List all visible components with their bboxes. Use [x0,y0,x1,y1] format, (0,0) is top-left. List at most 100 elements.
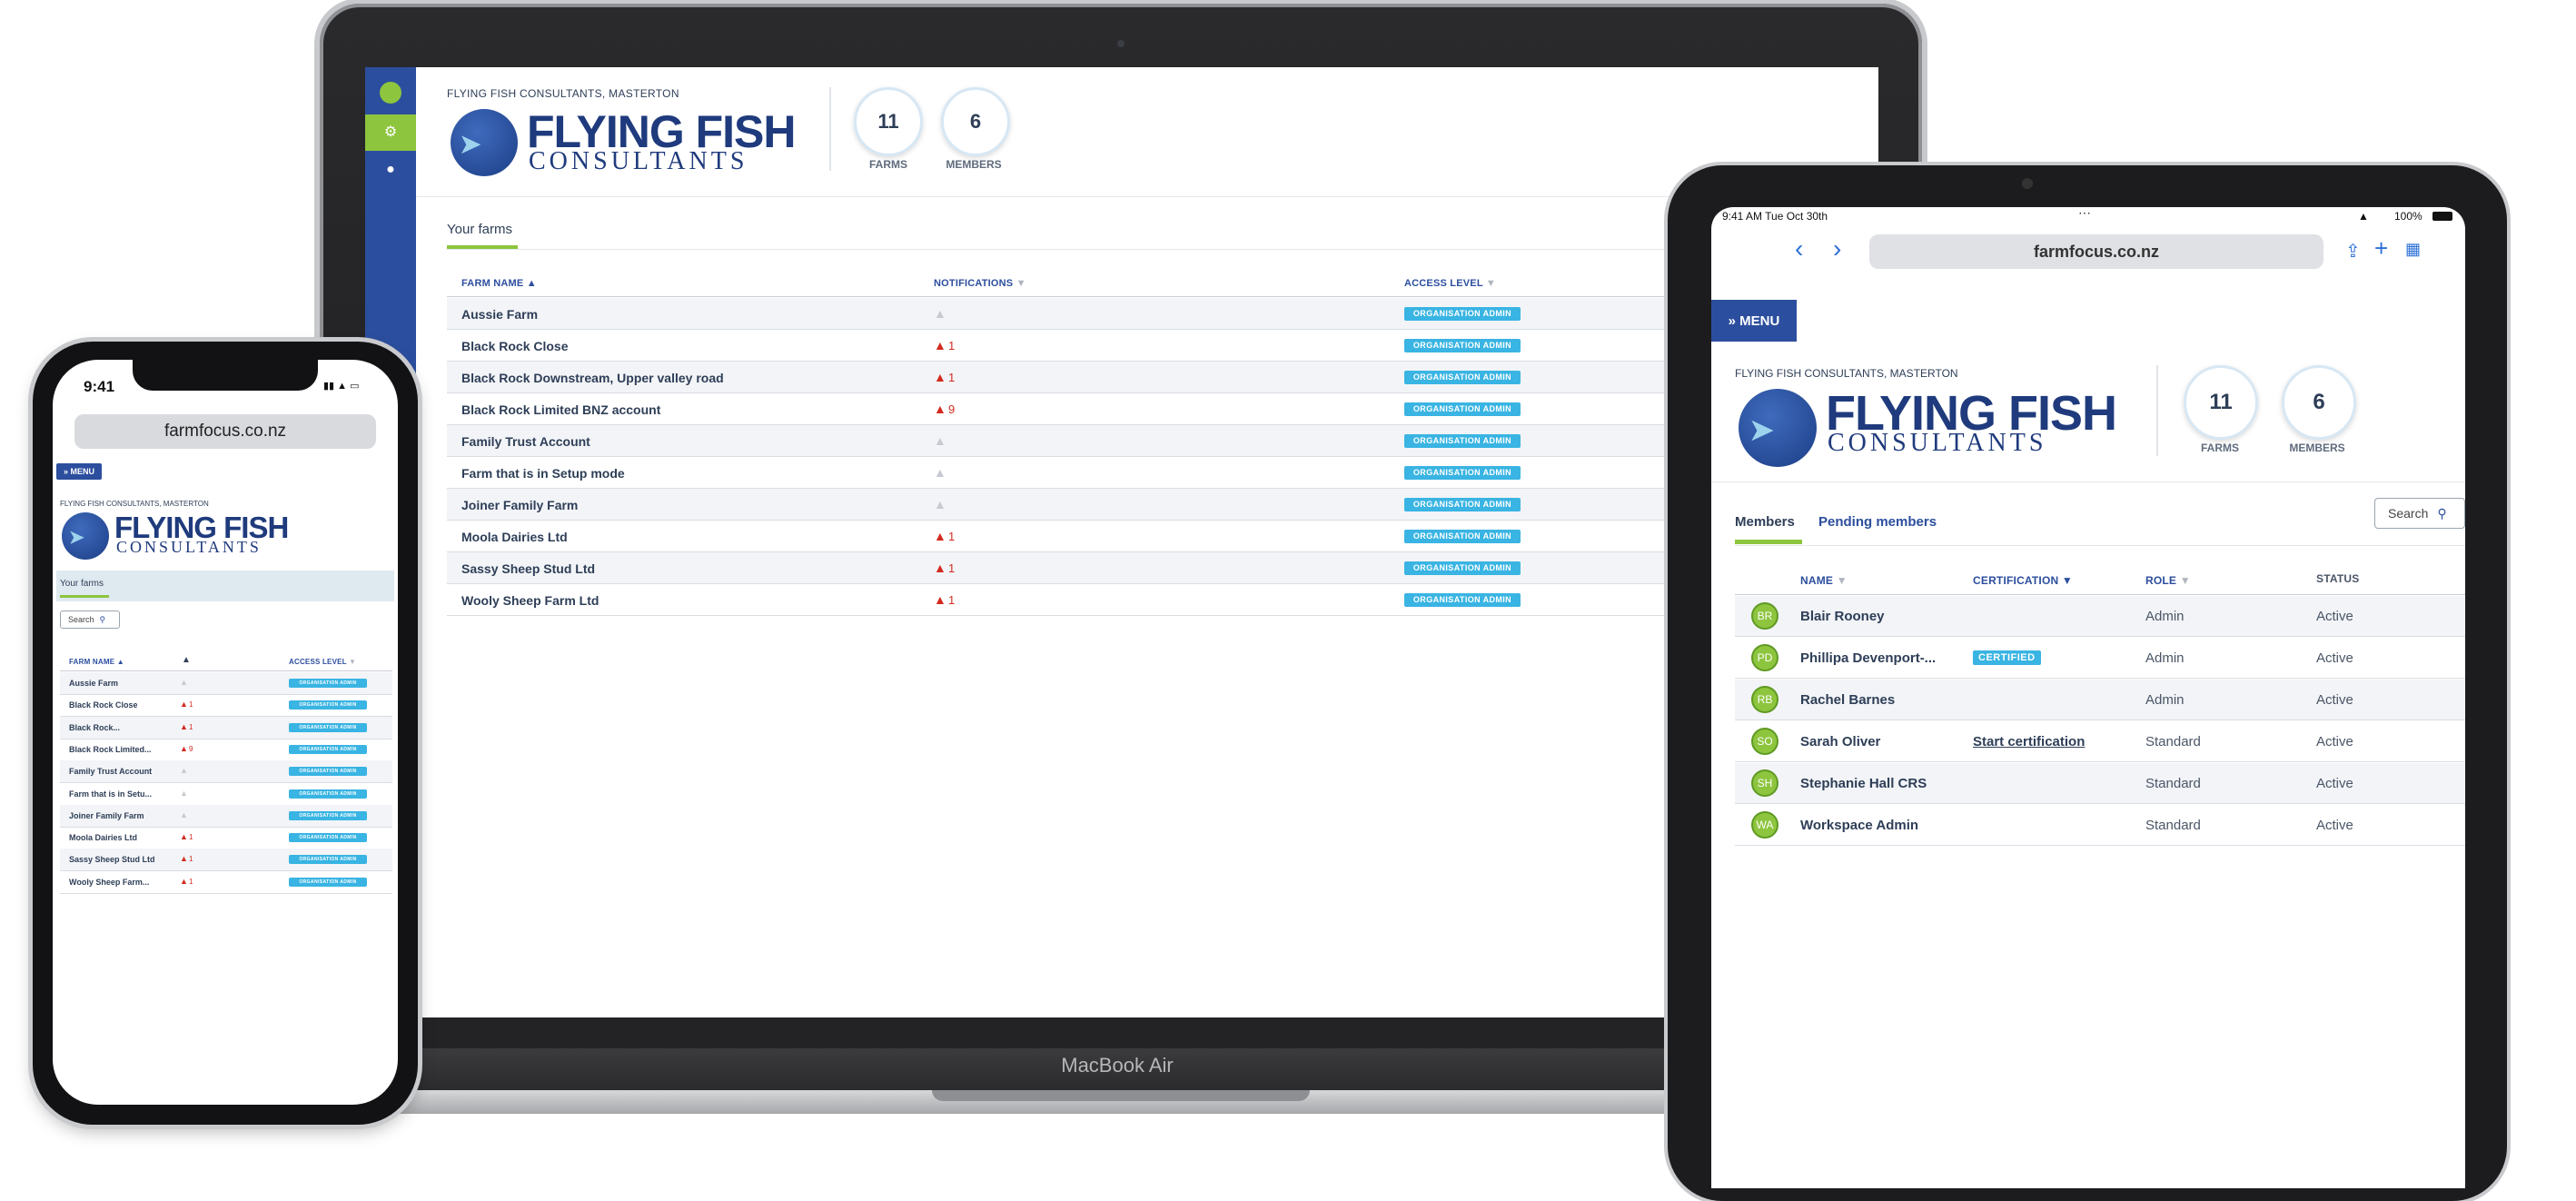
members-label: MEMBERS [946,158,1002,171]
tab-pending-members[interactable]: Pending members [1818,514,1937,530]
access-badge: ORGANISATION ADMIN [1404,434,1521,448]
breadcrumb: FLYING FISH CONSULTANTS, MASTERTON [447,87,679,100]
table-row[interactable]: Joiner Family Farm ▲ ORGANISATION ADMIN [60,804,392,828]
table-row[interactable]: Sassy Sheep Stud Ltd ▲ 1 ORGANISATION ADMIN [60,849,392,872]
table-row[interactable]: Aussie Farm ▲ ORGANISATION ADMIN [447,298,1719,330]
access-badge: ORGANISATION ADMIN [289,767,367,777]
col-name[interactable]: NAME ▼ [1800,574,1848,587]
member-name[interactable]: Rachel Barnes [1800,692,1895,708]
farm-name[interactable]: Joiner Family Farm [69,811,144,820]
table-row[interactable]: Wooly Sheep Farm Ltd ▲ 1 ORGANISATION ADMIN [447,584,1719,616]
farm-name[interactable]: Black Rock Downstream, Upper valley road [461,371,724,385]
col-notifications[interactable]: NOTIFICATIONS ▼ [934,278,1026,289]
farm-name[interactable]: Wooly Sheep Farm Ltd [461,593,599,608]
tab-members[interactable]: Members [1735,514,1795,530]
table-row[interactable]: Black Rock Close ▲ 1 ORGANISATION ADMIN [447,330,1719,362]
access-badge: ORGANISATION ADMIN [289,744,367,754]
bell-icon: ▲ [934,306,946,321]
forward-chevron-icon[interactable]: › [1833,234,1841,263]
start-certification-link[interactable]: Start certification [1973,734,2085,749]
farm-name[interactable]: Wooly Sheep Farm... [69,878,149,887]
farm-name[interactable]: Aussie Farm [461,307,538,322]
farm-name[interactable]: Joiner Family Farm [461,498,578,512]
member-role: Admin [2145,692,2185,708]
sidebar-item-members[interactable]: ● [365,162,416,178]
address-bar[interactable]: farmfocus.co.nz [1869,234,2323,269]
table-row[interactable]: Black Rock Downstream, Upper valley road… [447,362,1719,393]
farm-name[interactable]: Moola Dairies Ltd [69,833,137,842]
col-certification[interactable]: CERTIFICATION ▼ [1973,574,2073,587]
table-row[interactable]: SH Stephanie Hall CRS Standard Active [1735,763,2465,804]
new-tab-icon[interactable]: + [2374,234,2388,263]
table-row[interactable]: Moola Dairies Ltd ▲ 1 ORGANISATION ADMIN [447,521,1719,552]
farm-name[interactable]: Sassy Sheep Stud Ltd [461,561,595,576]
member-name[interactable]: Blair Rooney [1800,609,1885,624]
tab-your-farms[interactable]: Your farms [60,579,104,589]
farm-name[interactable]: Moola Dairies Ltd [461,530,568,544]
tab-your-farms[interactable]: Your farms [447,222,512,237]
members-label: MEMBERS [2289,442,2345,454]
table-row[interactable]: Moola Dairies Ltd ▲ 1 ORGANISATION ADMIN [60,827,392,850]
member-name[interactable]: Workspace Admin [1800,818,1918,833]
farm-name[interactable]: Farm that is in Setup mode [461,466,625,481]
farm-name[interactable]: Black Rock... [69,723,120,732]
menu-button[interactable]: » MENU [1711,300,1797,342]
table-row[interactable]: Farm that is in Setu... ▲ ORGANISATION ADM… [60,783,392,806]
tabs-grid-icon[interactable]: ▦ [2405,240,2421,259]
farm-name[interactable]: Family Trust Account [69,767,152,776]
table-row[interactable]: PD Phillipa Devenport-... CERTIFIED Admin Ac… [1735,638,2465,679]
col-farm-name[interactable]: FARM NAME ▲ [461,278,537,289]
table-row[interactable]: Black Rock Limited BNZ account ▲ 9 ORGANISA… [447,393,1719,425]
farm-name[interactable]: Black Rock Close [69,700,138,710]
farm-name[interactable]: Aussie Farm [69,679,118,688]
table-row[interactable]: Farm that is in Setup mode ▲ ORGANISATION … [447,457,1719,489]
table-row[interactable]: Wooly Sheep Farm... ▲ 1 ORGANISATION ADMIN [60,871,392,894]
laptop-hinge-notch [932,1090,1310,1101]
address-bar[interactable]: farmfocus.co.nz [74,414,376,449]
farm-name[interactable]: Black Rock Close [461,339,569,353]
col-farm-name[interactable]: FARM NAME ▲ [69,658,124,666]
table-row[interactable]: Black Rock Close ▲ 1 ORGANISATION ADMIN [60,694,392,718]
notification-count: 1 [189,833,193,842]
member-name[interactable]: Stephanie Hall CRS [1800,776,1927,791]
app-logo-icon[interactable] [380,82,401,104]
bell-icon: ▲ [180,678,188,687]
laptop-camera [1117,40,1125,47]
table-row[interactable]: BR Blair Rooney Admin Active [1735,596,2465,637]
table-row[interactable]: RB Rachel Barnes Admin Active [1735,680,2465,720]
member-name[interactable]: Phillipa Devenport-... [1800,650,1936,666]
table-row[interactable]: Black Rock Limited... ▲ 9 ORGANISATION ADMI… [60,739,392,761]
farm-name[interactable]: Farm that is in Setu... [69,789,152,799]
notification-count: 1 [189,722,193,731]
bell-icon[interactable]: ▲ [182,655,191,665]
table-row[interactable]: Sassy Sheep Stud Ltd ▲ 1 ORGANISATION ADMIN [447,552,1719,584]
member-name[interactable]: Sarah Oliver [1800,734,1880,749]
table-row[interactable]: Aussie Farm ▲ ORGANISATION ADMIN [60,672,392,695]
farms-count: 11 [2184,365,2258,440]
table-row[interactable]: Black Rock... ▲ 1 ORGANISATION ADMIN [60,716,392,739]
sidebar-item-farms[interactable]: ⚙ [365,114,416,151]
table-row[interactable]: SO Sarah Oliver Start certification Standar… [1735,721,2465,762]
table-row[interactable]: Family Trust Account ▲ ORGANISATION ADMIN [60,760,392,784]
more-dots-icon[interactable]: ⋯ [2078,205,2091,221]
search-input[interactable]: Search ⚲ [2374,498,2465,529]
col-role[interactable]: ROLE ▼ [2145,574,2191,587]
col-access-level[interactable]: ACCESS LEVEL ▼ [1404,278,1496,289]
table-row[interactable]: WA Workspace Admin Standard Active [1735,805,2465,846]
table-row[interactable]: Family Trust Account ▲ ORGANISATION ADMIN [447,425,1719,457]
farm-name[interactable]: Family Trust Account [461,434,590,449]
org-logo-icon: ➤ [1739,389,1817,467]
sort-down-icon: ▼ [2061,574,2073,587]
table-row[interactable]: Joiner Family Farm ▲ ORGANISATION ADMIN [447,489,1719,521]
farm-name[interactable]: Black Rock Limited... [69,745,152,754]
search-input[interactable]: Search ⚲ [60,610,120,629]
menu-button[interactable]: » MENU [56,463,102,480]
farm-name[interactable]: Sassy Sheep Stud Ltd [69,855,155,864]
col-access-level[interactable]: ACCESS LEVEL ▼ [289,658,356,666]
member-status: Active [2316,776,2353,791]
double-chevron-icon: » [1728,313,1740,329]
farm-name[interactable]: Black Rock Limited BNZ account [461,402,660,417]
share-icon[interactable]: ⇪ [2345,240,2361,263]
sort-icon: ▼ [349,658,357,666]
back-chevron-icon[interactable]: ‹ [1795,234,1803,263]
